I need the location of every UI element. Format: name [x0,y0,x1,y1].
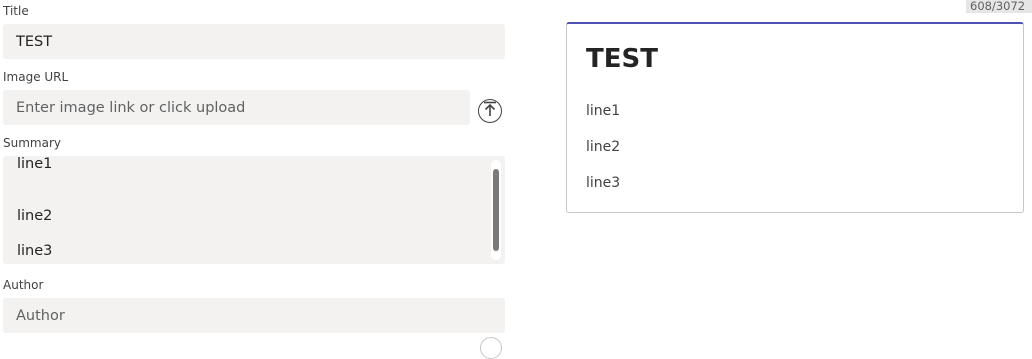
author-input[interactable]: Author [3,298,505,333]
summary-textarea[interactable]: line1 line2 line3 [3,156,505,264]
partial-button[interactable] [480,337,502,359]
summary-scrollbar-thumb[interactable] [493,169,499,251]
preview-line: line3 [586,175,621,191]
preview-line: line2 [586,139,621,155]
character-counter: 608/3072 [966,0,1032,13]
summary-line: line1 [17,156,53,172]
upload-button[interactable] [478,99,502,123]
upload-icon [483,101,497,121]
title-input[interactable]: TEST [3,24,505,59]
summary-label: Summary [3,136,61,150]
preview-title: TEST [586,44,658,74]
preview-card: TEST line1 line2 line3 [566,22,1024,213]
summary-line: line2 [17,208,53,224]
image-url-label: Image URL [3,70,69,84]
preview-line: line1 [586,103,621,119]
image-url-input[interactable]: Enter image link or click upload [3,90,470,125]
summary-line: line3 [17,243,53,259]
title-label: Title [3,4,29,18]
author-label: Author [3,278,44,292]
summary-scrollbar[interactable] [491,160,501,260]
